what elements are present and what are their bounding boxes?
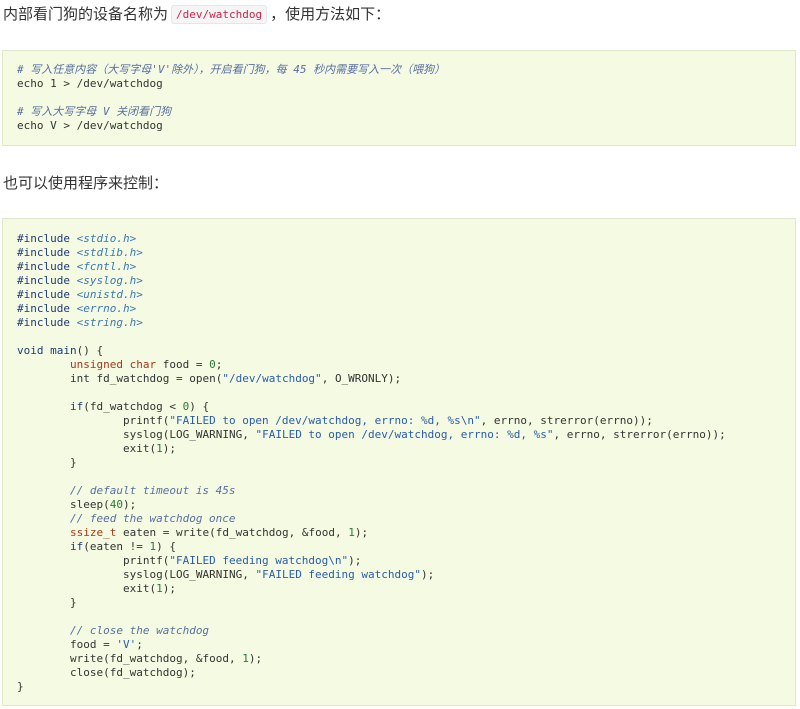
include-header: <stdio.h> bbox=[76, 232, 137, 245]
shell-code-block: # 写入任意内容（大写字母'V'除外），开启看门狗，每 45 秒内需要写入一次（… bbox=[2, 50, 796, 146]
shell-code-line: echo 1 > /dev/watchdog bbox=[17, 77, 163, 90]
include-directive: #include bbox=[17, 260, 70, 273]
code-type: char bbox=[129, 358, 157, 371]
code-keyword: if bbox=[69, 400, 84, 413]
include-header: <stdlib.h> bbox=[76, 246, 143, 259]
include-line: #include <errno.h> bbox=[17, 302, 726, 316]
code-line: } bbox=[17, 456, 77, 469]
device-name-code: /dev/watchdog bbox=[171, 5, 268, 24]
include-header: <syslog.h> bbox=[76, 274, 143, 287]
code-line: syslog(LOG_WARNING, "FAILED feeding watc… bbox=[122, 568, 435, 581]
c-code-block: #include <stdio.h> #include <stdlib.h> #in… bbox=[2, 218, 796, 706]
code-line: unsigned char food = 0; bbox=[69, 358, 223, 371]
code-string: "FAILED to open /dev/watchdog, errno: %d… bbox=[255, 428, 554, 441]
code-line: sleep(40); bbox=[69, 498, 137, 511]
code-type: unsigned bbox=[69, 358, 123, 371]
code-line: if(eaten != 1) { bbox=[69, 540, 176, 553]
code-line: // close the watchdog bbox=[17, 624, 726, 638]
code-line: // default timeout is 45s bbox=[17, 484, 726, 498]
shell-code-line bbox=[17, 91, 445, 105]
code-line: // feed the watchdog once bbox=[17, 512, 726, 526]
include-line: #include <syslog.h> bbox=[17, 274, 726, 288]
shell-comment-line: # 写入大写字母 V 关闭看门狗 bbox=[17, 105, 172, 118]
code-number: 0 bbox=[209, 358, 216, 371]
code-line: ssize_t eaten = write(fd_watchdog, &food… bbox=[69, 526, 369, 539]
include-directive: #include bbox=[17, 274, 70, 287]
intro-text-after: ，使用方法如下： bbox=[270, 5, 391, 23]
include-directive: #include bbox=[17, 302, 70, 315]
code-line: printf("FAILED feeding watchdog\n"); bbox=[122, 554, 362, 567]
c-code: #include <stdio.h> #include <stdlib.h> #in… bbox=[17, 232, 726, 694]
code-line: printf("FAILED to open /dev/watchdog, er… bbox=[122, 414, 653, 427]
code-number: 1 bbox=[149, 540, 157, 553]
code-line: close(fd_watchdog); bbox=[69, 666, 196, 679]
code-string: "FAILED feeding watchdog\n" bbox=[169, 554, 349, 567]
code-number: 1 bbox=[242, 652, 249, 665]
intro-text-before: 内部看门狗的设备名称为 bbox=[3, 5, 169, 23]
include-directive: #include bbox=[17, 288, 70, 301]
code-line: } bbox=[17, 596, 77, 609]
code-line: } bbox=[17, 680, 24, 693]
code-comment: // feed the watchdog once bbox=[69, 512, 236, 525]
code-line: write(fd_watchdog, &food, 1); bbox=[69, 652, 263, 665]
code-number: 1 bbox=[156, 442, 163, 455]
code-line: int fd_watchdog = open("/dev/watchdog", … bbox=[69, 372, 402, 385]
include-directive: #include bbox=[17, 316, 70, 329]
include-header: <unistd.h> bbox=[76, 288, 143, 301]
code-number: 1 bbox=[156, 582, 163, 595]
include-header: <errno.h> bbox=[76, 302, 137, 315]
shell-code-line: echo V > /dev/watchdog bbox=[17, 119, 163, 132]
code-line: void main() { bbox=[17, 344, 104, 357]
code-line: syslog(LOG_WARNING, "FAILED to open /dev… bbox=[122, 428, 726, 441]
code-function: main bbox=[50, 344, 77, 357]
second-paragraph: 也可以使用程序来控制： bbox=[3, 174, 169, 192]
include-line: #include <stdlib.h> bbox=[17, 246, 726, 260]
code-string: "FAILED to open /dev/watchdog, errno: %d… bbox=[169, 414, 481, 427]
include-directive: #include bbox=[17, 232, 70, 245]
code-line: if(fd_watchdog < 0) { bbox=[69, 400, 210, 413]
include-directive: #include bbox=[17, 246, 70, 259]
code-keyword: void bbox=[17, 344, 44, 357]
include-line: #include <unistd.h> bbox=[17, 288, 726, 302]
shell-code: # 写入任意内容（大写字母'V'除外），开启看门狗，每 45 秒内需要写入一次（… bbox=[17, 63, 445, 133]
code-number: 40 bbox=[109, 498, 123, 511]
code-keyword: if bbox=[69, 540, 84, 553]
include-line: #include <stdio.h> bbox=[17, 232, 726, 246]
code-number: 0 bbox=[182, 400, 190, 413]
code-comment: // close the watchdog bbox=[69, 624, 210, 637]
include-line: #include <string.h> bbox=[17, 316, 726, 330]
code-string: 'V' bbox=[116, 638, 137, 651]
code-line: exit(1); bbox=[122, 582, 176, 595]
include-header: <fcntl.h> bbox=[76, 260, 137, 273]
code-number: 1 bbox=[348, 526, 355, 539]
include-line: #include <fcntl.h> bbox=[17, 260, 726, 274]
code-string: "/dev/watchdog" bbox=[222, 372, 322, 385]
code-comment: // default timeout is 45s bbox=[69, 484, 236, 497]
include-header: <string.h> bbox=[76, 316, 143, 329]
code-line: exit(1); bbox=[122, 442, 176, 455]
code-line: food = 'V'; bbox=[69, 638, 143, 651]
intro-paragraph: 内部看门狗的设备名称为/dev/watchdog ，使用方法如下： bbox=[3, 2, 390, 27]
code-type: ssize_t bbox=[69, 526, 117, 539]
code-string: "FAILED feeding watchdog" bbox=[255, 568, 422, 581]
shell-comment-line: # 写入任意内容（大写字母'V'除外），开启看门狗，每 45 秒内需要写入一次（… bbox=[17, 63, 446, 76]
